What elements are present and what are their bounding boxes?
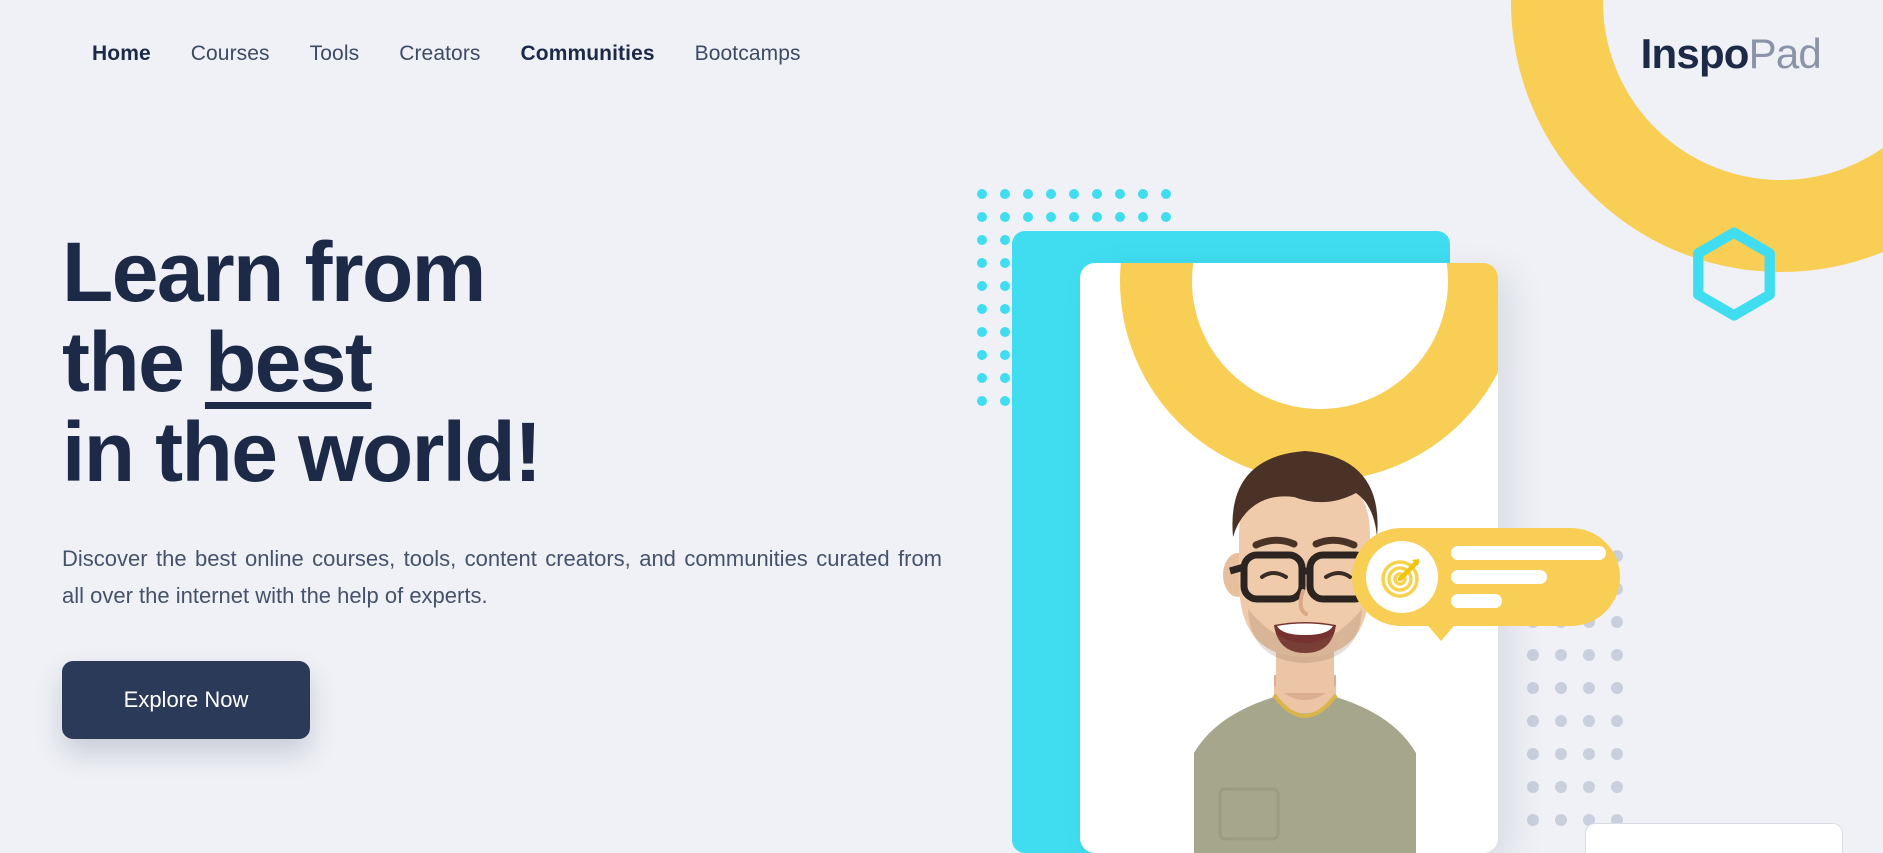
nav-item-creators[interactable]: Creators <box>399 42 480 66</box>
hero-title: Learn from the best in the world! <box>62 225 982 499</box>
hero-title-emphasis: best <box>204 314 373 409</box>
hero-title-line-3: in the world! <box>62 404 542 499</box>
hero-title-line-2-prefix: the <box>62 314 205 409</box>
badge-line-1 <box>1451 546 1606 560</box>
badge-text-lines <box>1451 546 1606 608</box>
main-nav: Home Courses Tools Creators Communities … <box>92 42 801 66</box>
site-header: Home Courses Tools Creators Communities … <box>0 0 1883 108</box>
brand-logo-strong: Inspo <box>1640 30 1750 77</box>
hero-copy: Learn from the best in the world! Discov… <box>62 225 982 740</box>
hero-description: Discover the best online courses, tools,… <box>62 545 942 609</box>
hero-title-line-2: the best <box>62 314 982 409</box>
badge-line-3 <box>1451 594 1503 608</box>
brand-logo-light: Pad <box>1748 30 1822 77</box>
nav-item-bootcamps[interactable]: Bootcamps <box>695 42 801 66</box>
nav-item-courses[interactable]: Courses <box>191 42 270 66</box>
hero-visual <box>962 150 1883 853</box>
brand-logo[interactable]: InspoPad <box>1640 30 1822 77</box>
badge-avatar <box>1366 541 1438 613</box>
corner-widget[interactable] <box>1585 823 1843 853</box>
explore-now-button[interactable]: Explore Now <box>62 661 310 740</box>
target-icon <box>1381 559 1420 598</box>
hero-title-line-1: Learn from <box>62 225 486 319</box>
nav-item-home[interactable]: Home <box>92 42 151 66</box>
target-chat-badge[interactable] <box>1352 528 1620 641</box>
badge-line-2 <box>1451 570 1548 584</box>
nav-item-tools[interactable]: Tools <box>310 42 360 66</box>
nav-item-communities[interactable]: Communities <box>521 42 655 66</box>
hero-page: Home Courses Tools Creators Communities … <box>0 0 1883 853</box>
